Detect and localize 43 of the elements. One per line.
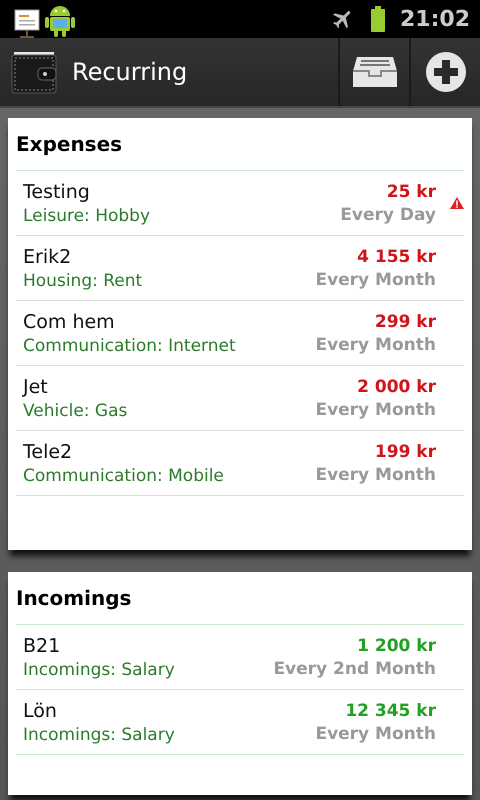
item-frequency: Every Month bbox=[315, 400, 436, 420]
item-name: Testing bbox=[23, 180, 91, 202]
item-frequency: Every Month bbox=[315, 724, 436, 744]
section-title: Incomings bbox=[16, 586, 464, 625]
item-name: Jet bbox=[23, 376, 49, 398]
section-title: Expenses bbox=[16, 132, 464, 171]
item-frequency: Every Month bbox=[315, 464, 436, 484]
item-amount: 12 345 kr bbox=[345, 700, 436, 720]
inbox-tray-icon bbox=[350, 55, 398, 89]
item-amount: 4 155 kr bbox=[357, 246, 436, 266]
item-category: Communication: Internet bbox=[23, 336, 237, 356]
item-name: Com hem bbox=[23, 310, 116, 332]
item-amount: 1 200 kr bbox=[357, 636, 436, 656]
item-frequency: Every 2nd Month bbox=[273, 658, 436, 678]
presentation-icon bbox=[12, 8, 40, 38]
recurring-item[interactable]: Jet Vehicle: Gas 2 000 kr Every Month bbox=[16, 365, 464, 430]
item-category: Incomings: Salary bbox=[23, 660, 176, 680]
recurring-item[interactable]: Lön Incomings: Salary 12 345 kr Every Month bbox=[16, 689, 464, 754]
item-frequency: Every Month bbox=[315, 270, 436, 290]
recurring-item[interactable]: Erik2 Housing: Rent 4 155 kr Every Month bbox=[16, 235, 464, 300]
add-icon bbox=[424, 51, 466, 93]
item-name: Lön bbox=[23, 700, 58, 722]
item-category: Leisure: Hobby bbox=[23, 206, 152, 226]
item-name: Tele2 bbox=[23, 440, 74, 462]
item-category: Vehicle: Gas bbox=[23, 400, 128, 420]
screen-title: Recurring bbox=[72, 58, 188, 86]
item-amount: 2 000 kr bbox=[357, 376, 436, 396]
item-category: Communication: Mobile bbox=[23, 466, 225, 486]
item-category: Incomings: Salary bbox=[23, 724, 176, 744]
item-name: Erik2 bbox=[23, 246, 72, 268]
recurring-item[interactable]: Testing Leisure: Hobby 25 kr Every Day bbox=[16, 171, 464, 235]
item-category: Housing: Rent bbox=[23, 270, 144, 290]
item-amount: 299 kr bbox=[374, 312, 436, 332]
item-amount: 25 kr bbox=[386, 182, 436, 202]
battery-icon bbox=[370, 6, 386, 32]
clock-time: 21:02 bbox=[400, 6, 470, 32]
item-frequency: Every Day bbox=[340, 204, 436, 224]
recurring-item[interactable]: Tele2 Communication: Mobile 199 kr Every Month bbox=[16, 430, 464, 495]
item-frequency: Every Month bbox=[315, 334, 436, 354]
recurring-item[interactable]: B21 Incomings: Salary 1 200 kr Every 2nd Month bbox=[16, 625, 464, 689]
recurring-item[interactable]: Com hem Communication: Internet 299 kr Every Month bbox=[16, 300, 464, 365]
item-amount: 199 kr bbox=[374, 442, 436, 462]
item-name: B21 bbox=[23, 634, 62, 656]
